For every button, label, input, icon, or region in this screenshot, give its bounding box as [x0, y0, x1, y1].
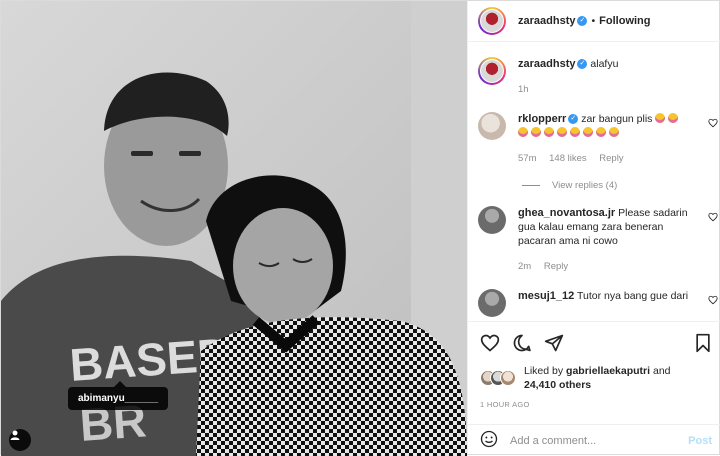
comment-time[interactable]: 57m [518, 153, 536, 164]
caption-username[interactable]: zaraadhsty [518, 58, 575, 70]
commenter-avatar[interactable] [478, 112, 506, 140]
caption-author-avatar[interactable] [478, 57, 506, 85]
liked-by-user-link[interactable]: gabriellaekaputri [566, 365, 650, 377]
post-time-ago[interactable]: 1 HOUR AGO [480, 400, 712, 409]
post-photo[interactable]: BASEDO BR abimanyu______ [1, 1, 467, 456]
bookmark-icon[interactable] [694, 333, 712, 353]
post-caption: zaraadhsty ✓ alafyu 1h [478, 43, 712, 97]
post-side-panel: zaraadhsty ✓ • Following zaraadhsty ✓ ala… [467, 1, 720, 456]
comments-list[interactable]: zaraadhsty ✓ alafyu 1h rklopperr ✓ zar ban… [468, 43, 720, 321]
commenter-username[interactable]: ghea_novantosa.jr [518, 207, 615, 219]
comment-likes[interactable]: 148 likes [549, 153, 587, 164]
following-button[interactable]: Following [599, 15, 650, 27]
liked-by-and: and [652, 365, 671, 377]
post-header: zaraadhsty ✓ • Following [468, 1, 720, 42]
commenter-username[interactable]: rklopperr [518, 113, 566, 125]
comment-item: ghea_novantosa.jr Please sadarin gua kal… [478, 206, 718, 274]
add-comment-input[interactable] [510, 434, 689, 447]
user-tag-label[interactable]: abimanyu______ [68, 381, 169, 410]
author-username[interactable]: zaraadhsty [518, 15, 575, 27]
verified-badge-icon: ✓ [577, 16, 588, 26]
comment-like-heart-icon[interactable] [708, 118, 718, 131]
comment-item: mesuj1_12 Tutor nya bang gue dari [478, 289, 718, 317]
verified-badge-icon: ✓ [568, 114, 579, 125]
comment-like-heart-icon[interactable] [708, 212, 718, 225]
header-separator: • [591, 15, 596, 27]
author-avatar[interactable] [478, 7, 506, 35]
share-paper-plane-icon[interactable] [544, 333, 564, 353]
comment-bubble-icon[interactable] [512, 333, 532, 353]
add-comment-bar: Post [468, 424, 720, 456]
emoji-row [518, 127, 622, 139]
commenter-avatar[interactable] [478, 206, 506, 234]
action-icons-row [480, 332, 712, 354]
caption-text: alafyu [590, 58, 619, 70]
post-window: BASEDO BR abimanyu______ zaraadhsty ✓ • … [0, 0, 720, 456]
view-replies-label: View replies (4) [552, 180, 618, 191]
caption-time[interactable]: 1h [518, 83, 618, 97]
post-actions: Liked by gabriellaekaputri and 24,410 ot… [468, 321, 720, 409]
comment-text: Tutor nya bang gue dari [577, 290, 689, 302]
tagged-users-button[interactable] [9, 429, 31, 451]
reply-button[interactable]: Reply [544, 261, 568, 272]
comment-time[interactable]: 2m [518, 261, 531, 272]
commenter-avatar[interactable] [478, 289, 506, 317]
emoji-picker-icon[interactable] [480, 430, 498, 451]
reply-button[interactable]: Reply [599, 153, 623, 164]
likes-summary: Liked by gabriellaekaputri and 24,410 ot… [480, 364, 712, 392]
user-icon [10, 430, 20, 440]
comment-text: zar bangun plis [581, 113, 653, 125]
commenter-username[interactable]: mesuj1_12 [518, 290, 574, 302]
liked-by-prefix: Liked by [524, 365, 564, 377]
like-heart-icon[interactable] [480, 333, 500, 353]
likers-avatars[interactable] [480, 368, 520, 388]
emoji-icon [655, 113, 681, 125]
verified-badge-icon: ✓ [577, 59, 588, 70]
comment-item: rklopperr ✓ zar bangun plis 57m 148 likes… [478, 112, 718, 166]
post-comment-button[interactable]: Post [688, 435, 712, 447]
liked-by-others-link[interactable]: 24,410 others [524, 379, 591, 391]
view-replies-button[interactable]: View replies (4) [522, 180, 712, 191]
comment-like-heart-icon[interactable] [708, 295, 718, 308]
